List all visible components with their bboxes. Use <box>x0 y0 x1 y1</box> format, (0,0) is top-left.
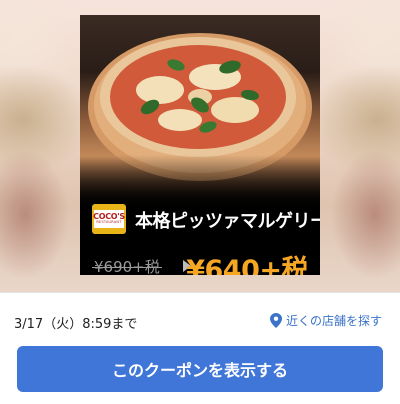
location-pin-icon <box>269 313 282 328</box>
item-name: 本格ピッツァマルゲリータ <box>135 211 320 232</box>
expiry-date: 3/17（火）8:59まで <box>14 317 138 332</box>
divider <box>0 292 400 293</box>
cocos-logo: COCO'S RESTAURANT <box>92 204 126 234</box>
sale-price: ¥640+税 <box>186 255 308 275</box>
store-link-label: 近くの店舗を探す <box>285 314 382 328</box>
strikethrough-line <box>92 266 162 269</box>
original-price: ¥690+税 <box>92 258 162 275</box>
show-coupon-button[interactable]: このクーポンを表示する <box>17 346 383 392</box>
find-nearby-store-link[interactable]: 近くの店舗を探す <box>269 312 382 329</box>
logo-subtext: RESTAURANT <box>96 220 122 225</box>
coupon-card[interactable]: COCO'S RESTAURANT 本格ピッツァマルゲリータ ¥690+税 ¥6… <box>80 15 320 275</box>
